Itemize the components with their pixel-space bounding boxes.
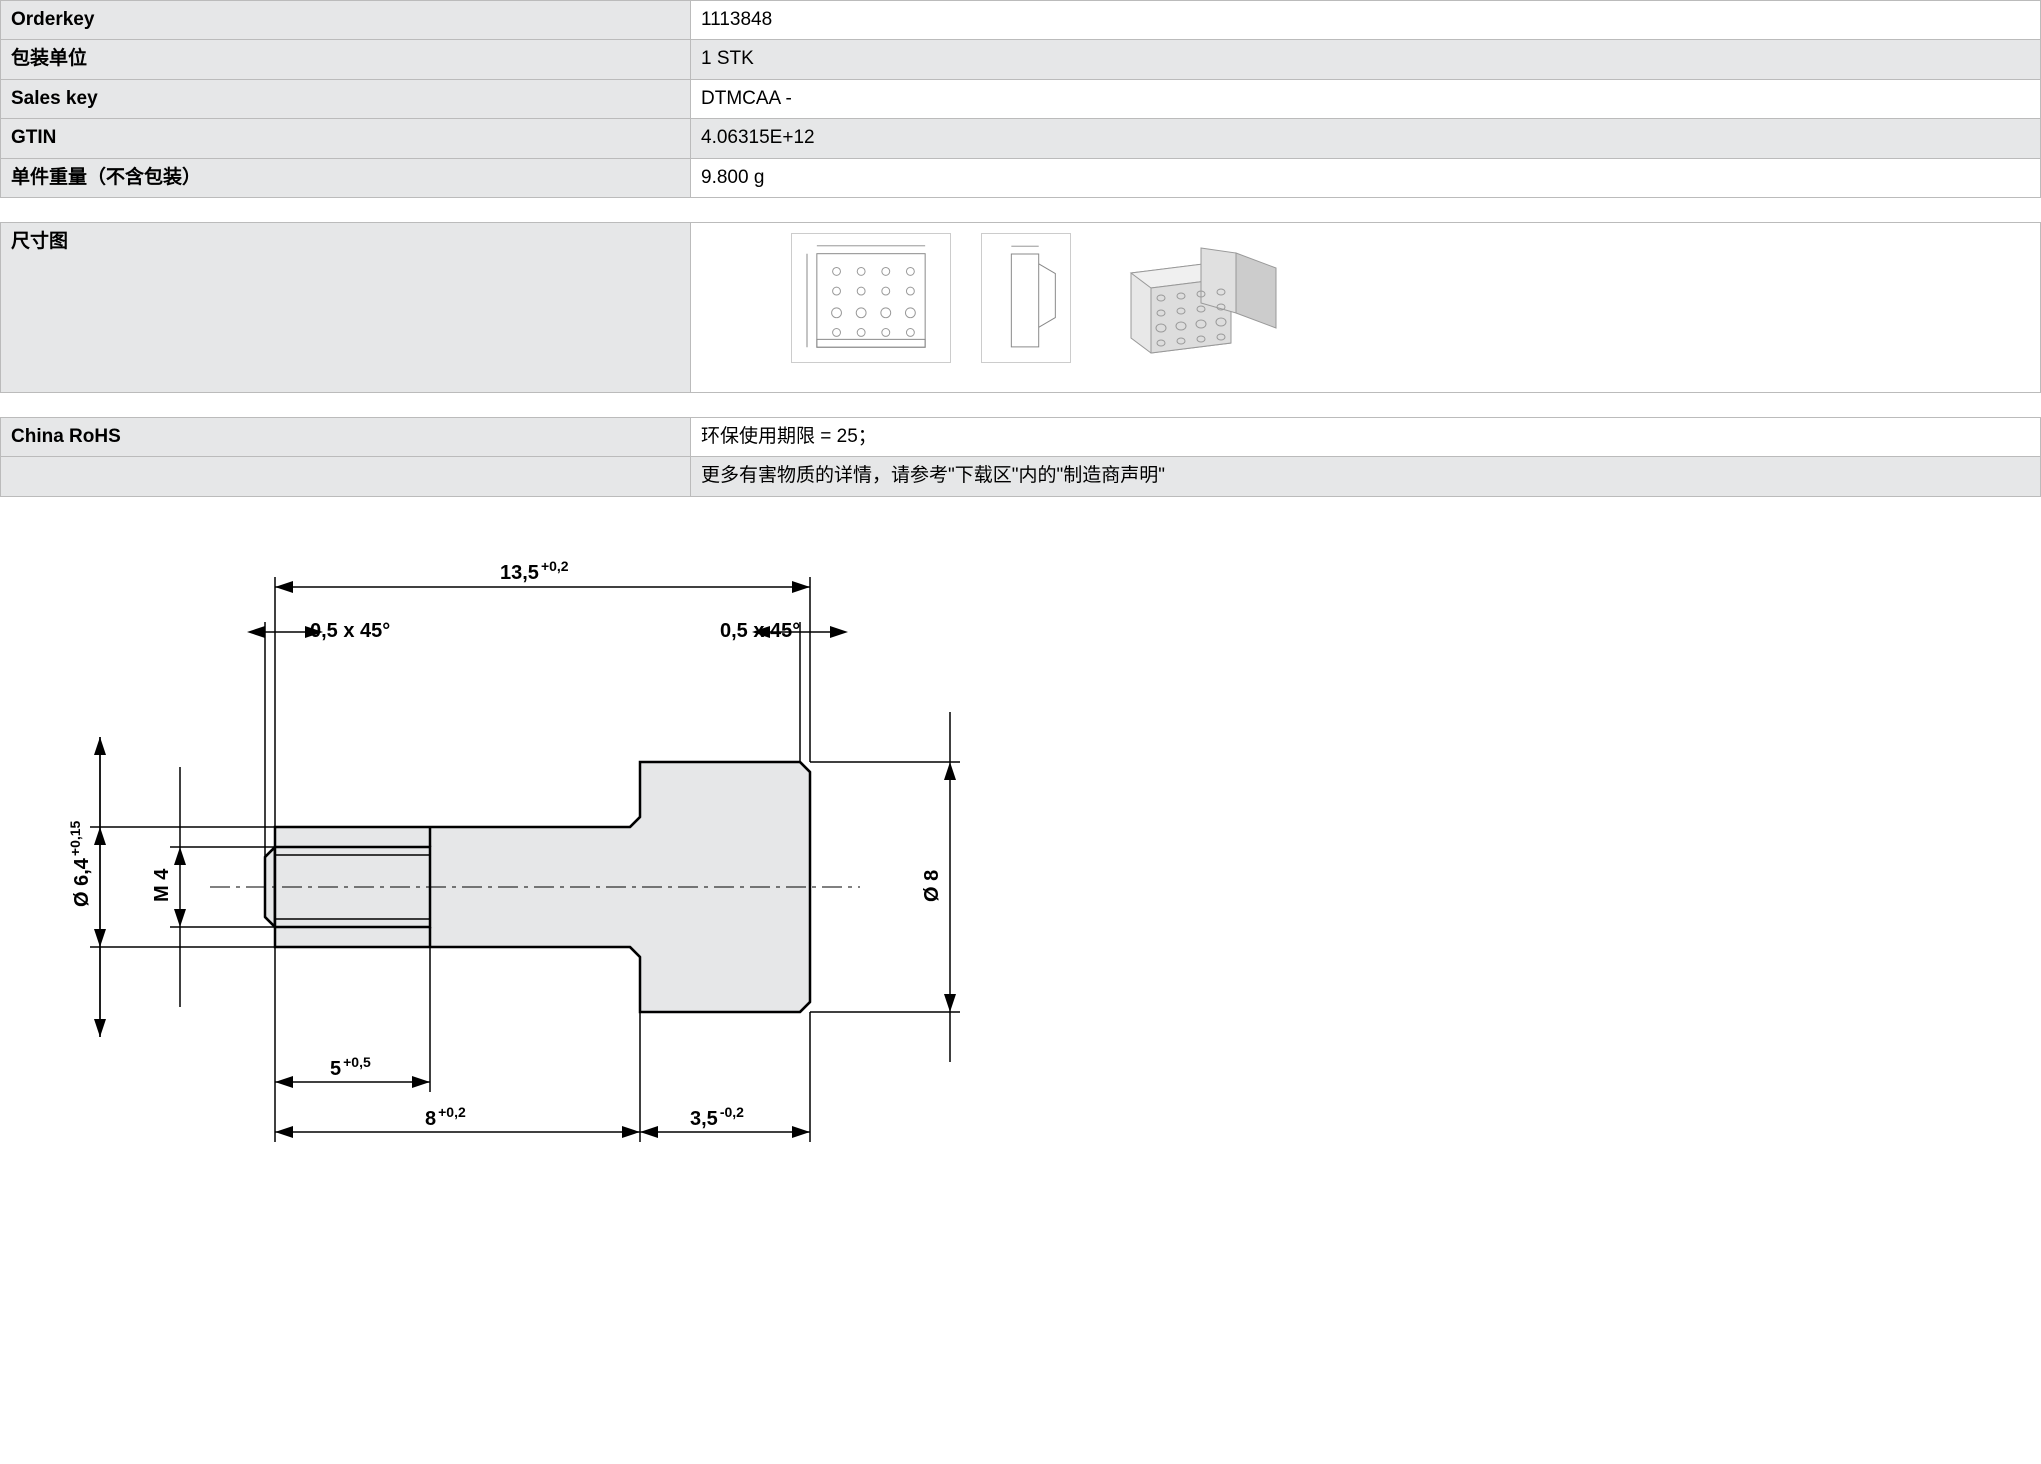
thumbnail-row (791, 233, 1940, 363)
dim-13-5: 13,5 (500, 562, 539, 584)
label-dim-section: 尺寸图 (1, 222, 691, 392)
svg-text:3,5-0,2: 3,5-0,2 (690, 1104, 744, 1130)
value-orderkey: 1113848 (691, 1, 2041, 40)
svg-text:8+0,2: 8+0,2 (425, 1104, 466, 1130)
table-row: 尺寸图 (1, 222, 2041, 392)
label-packing: 包装单位 (1, 40, 691, 79)
thumbnail-side-icon (981, 233, 1071, 363)
technical-drawing: 13,5+0,2 0,5 x 45° 0,5 x 45° Ø 6,4+0,15 … (30, 537, 1050, 1163)
svg-text:5+0,5: 5+0,5 (330, 1054, 371, 1080)
dim-chamfer-left: 0,5 x 45° (310, 620, 390, 642)
table-row: Sales key DTMCAA - (1, 79, 2041, 118)
dim-3-5: 3,5 (690, 1108, 718, 1130)
dim-m4: M 4 (151, 868, 173, 902)
dim-5: 5 (330, 1058, 341, 1080)
table-row: Orderkey 1113848 (1, 1, 2041, 40)
dim-chamfer-right: 0,5 x 45° (720, 620, 800, 642)
dim-dia-6-4-tol: +0,15 (67, 820, 83, 856)
dim-13-5-tol: +0,2 (541, 558, 569, 574)
table-row: GTIN 4.06315E+12 (1, 119, 2041, 158)
table-row: 包装单位 1 STK (1, 40, 2041, 79)
label-rohs: China RoHS (1, 417, 691, 456)
table-row: China RoHS 环保使用期限 = 25； (1, 417, 2041, 456)
value-rohs-1: 环保使用期限 = 25； (691, 417, 2041, 456)
label-gtin: GTIN (1, 119, 691, 158)
thumbnail-front-icon (791, 233, 951, 363)
table-row: 单件重量（不含包装） 9.800 g (1, 158, 2041, 197)
dim-8-tol: +0,2 (438, 1104, 466, 1120)
dimension-section-table: 尺寸图 (0, 222, 2041, 393)
label-rohs-2 (1, 457, 691, 496)
svg-text:13,5+0,2: 13,5+0,2 (500, 558, 569, 584)
thumbnail-iso-icon (1101, 233, 1301, 363)
value-saleskey: DTMCAA - (691, 79, 2041, 118)
label-saleskey: Sales key (1, 79, 691, 118)
value-gtin: 4.06315E+12 (691, 119, 2041, 158)
label-weight: 单件重量（不含包装） (1, 158, 691, 197)
dim-thumbnails-cell (691, 222, 2041, 392)
rohs-table: China RoHS 环保使用期限 = 25； 更多有害物质的详情，请参考"下载… (0, 417, 2041, 497)
value-packing: 1 STK (691, 40, 2041, 79)
dim-8: 8 (425, 1108, 436, 1130)
value-rohs-2: 更多有害物质的详情，请参考"下载区"内的"制造商声明" (691, 457, 2041, 496)
table-row: 更多有害物质的详情，请参考"下载区"内的"制造商声明" (1, 457, 2041, 496)
dim-dia-6-4: Ø 6,4 (71, 857, 93, 907)
spec-table: Orderkey 1113848 包装单位 1 STK Sales key DT… (0, 0, 2041, 198)
dim-5-tol: +0,5 (343, 1054, 371, 1070)
dim-3-5-tol: -0,2 (720, 1104, 744, 1120)
svg-text:Ø 6,4+0,15: Ø 6,4+0,15 (67, 820, 93, 907)
label-orderkey: Orderkey (1, 1, 691, 40)
value-weight: 9.800 g (691, 158, 2041, 197)
dim-dia-8: Ø 8 (921, 869, 943, 901)
